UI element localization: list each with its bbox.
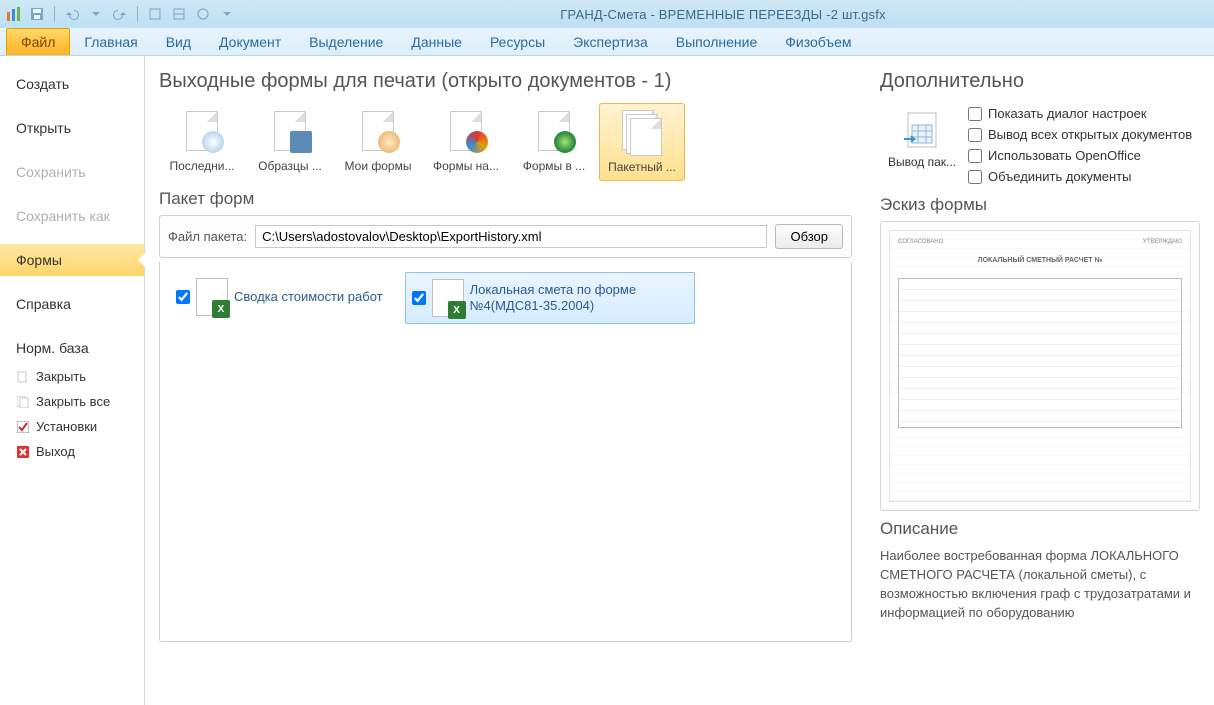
- btn-sample-forms[interactable]: Образцы ...: [247, 103, 333, 181]
- sidebar-settings[interactable]: Установки: [0, 414, 144, 439]
- sidebar-open[interactable]: Открыть: [0, 112, 144, 144]
- app-logo-icon: [4, 4, 24, 24]
- qat-item-a-icon[interactable]: [146, 5, 164, 23]
- btn-forms-on[interactable]: Формы на...: [423, 103, 509, 181]
- browse-button[interactable]: Обзор: [775, 224, 843, 249]
- form-list: X Сводка стоимости работ X Локальная сме…: [159, 262, 852, 642]
- tab-file[interactable]: Файл: [6, 28, 70, 55]
- export-batch-button[interactable]: Вывод пак...: [880, 103, 964, 187]
- close-doc-icon: [16, 370, 30, 384]
- tab-home[interactable]: Главная: [70, 28, 151, 55]
- pack-file-input[interactable]: [255, 225, 767, 248]
- side-heading: Дополнительно: [880, 70, 1200, 93]
- qat-undo-icon[interactable]: [63, 5, 81, 23]
- opt-merge[interactable]: Объединить документы: [968, 166, 1200, 187]
- desc-text: Наиболее востребованная форма ЛОКАЛЬНОГО…: [880, 547, 1200, 622]
- qat-item-c-icon[interactable]: [194, 5, 212, 23]
- sidebar-close: Закрыть: [0, 364, 144, 389]
- sidebar-normbase[interactable]: Норм. база: [0, 332, 144, 364]
- clock-icon: [202, 131, 224, 153]
- tab-physvolume[interactable]: Физобъем: [771, 28, 865, 55]
- pack-heading: Пакет форм: [159, 189, 852, 209]
- sidebar-exit[interactable]: Выход: [0, 439, 144, 464]
- btn-batch-forms[interactable]: Пакетный ...: [599, 103, 685, 181]
- quick-access-toolbar: [28, 5, 236, 23]
- tab-document[interactable]: Документ: [205, 28, 295, 55]
- chart-icon: [466, 131, 488, 153]
- sidebar-create[interactable]: Создать: [0, 68, 144, 100]
- excel-doc-icon: X: [432, 279, 464, 317]
- ribbon-tabs: Файл Главная Вид Документ Выделение Данн…: [0, 28, 1214, 56]
- exit-icon: [16, 445, 30, 459]
- tab-expertise[interactable]: Экспертиза: [559, 28, 662, 55]
- monitor-icon: [290, 131, 312, 153]
- main-heading: Выходные формы для печати (открыто докум…: [159, 70, 852, 93]
- opt-show-dialog[interactable]: Показать диалог настроек: [968, 103, 1200, 124]
- qat-dropdown-icon[interactable]: [87, 5, 105, 23]
- opt-all-open[interactable]: Вывод всех открытых документов: [968, 124, 1200, 145]
- btn-recent-forms[interactable]: Последни...: [159, 103, 245, 181]
- sidebar-save: Сохранить: [0, 156, 144, 188]
- pack-file-row: Файл пакета: Обзор: [159, 215, 852, 258]
- globe-icon: [554, 131, 576, 153]
- sidebar-close-all: Закрыть все: [0, 389, 144, 414]
- tab-view[interactable]: Вид: [152, 28, 205, 55]
- form-item-checkbox[interactable]: [176, 290, 190, 304]
- person-icon: [378, 131, 400, 153]
- sidebar-forms[interactable]: Формы: [0, 244, 144, 276]
- excel-doc-icon: X: [196, 278, 228, 316]
- form-item-local-estimate[interactable]: X Локальная смета по форме №4(МДС81-35.2…: [405, 272, 695, 324]
- sidebar-help[interactable]: Справка: [0, 288, 144, 320]
- window-title: ГРАНД-Смета - ВРЕМЕННЫЕ ПЕРЕЕЗДЫ -2 шт.g…: [236, 7, 1210, 22]
- close-all-icon: [16, 395, 30, 409]
- checkbox-icon: [16, 420, 30, 434]
- backstage-sidebar: Создать Открыть Сохранить Сохранить как …: [0, 56, 145, 705]
- form-item-checkbox[interactable]: [412, 291, 426, 305]
- tab-execution[interactable]: Выполнение: [662, 28, 771, 55]
- form-preview: СОГЛАСОВАНОУТВЕРЖДАЮ ЛОКАЛЬНЫЙ СМЕТНЫЙ Р…: [880, 221, 1200, 511]
- pack-file-label: Файл пакета:: [168, 229, 247, 244]
- btn-my-forms[interactable]: Мои формы: [335, 103, 421, 181]
- sidebar-save-as: Сохранить как: [0, 200, 144, 232]
- stack-icon: [630, 118, 662, 156]
- btn-forms-in[interactable]: Формы в ...: [511, 103, 597, 181]
- opt-openoffice[interactable]: Использовать OpenOffice: [968, 145, 1200, 166]
- tab-selection[interactable]: Выделение: [295, 28, 397, 55]
- qat-menu-dropdown-icon[interactable]: [218, 5, 236, 23]
- tab-resources[interactable]: Ресурсы: [476, 28, 559, 55]
- form-item-summary[interactable]: X Сводка стоимости работ: [170, 272, 389, 322]
- tab-data[interactable]: Данные: [397, 28, 476, 55]
- sketch-heading: Эскиз формы: [880, 195, 1200, 215]
- qat-redo-icon[interactable]: [111, 5, 129, 23]
- title-bar: ГРАНД-Смета - ВРЕМЕННЫЕ ПЕРЕЕЗДЫ -2 шт.g…: [0, 0, 1214, 28]
- form-source-row: Последни... Образцы ... Мои формы Формы …: [159, 103, 852, 181]
- desc-heading: Описание: [880, 519, 1200, 539]
- qat-item-b-icon[interactable]: [170, 5, 188, 23]
- qat-save-icon[interactable]: [28, 5, 46, 23]
